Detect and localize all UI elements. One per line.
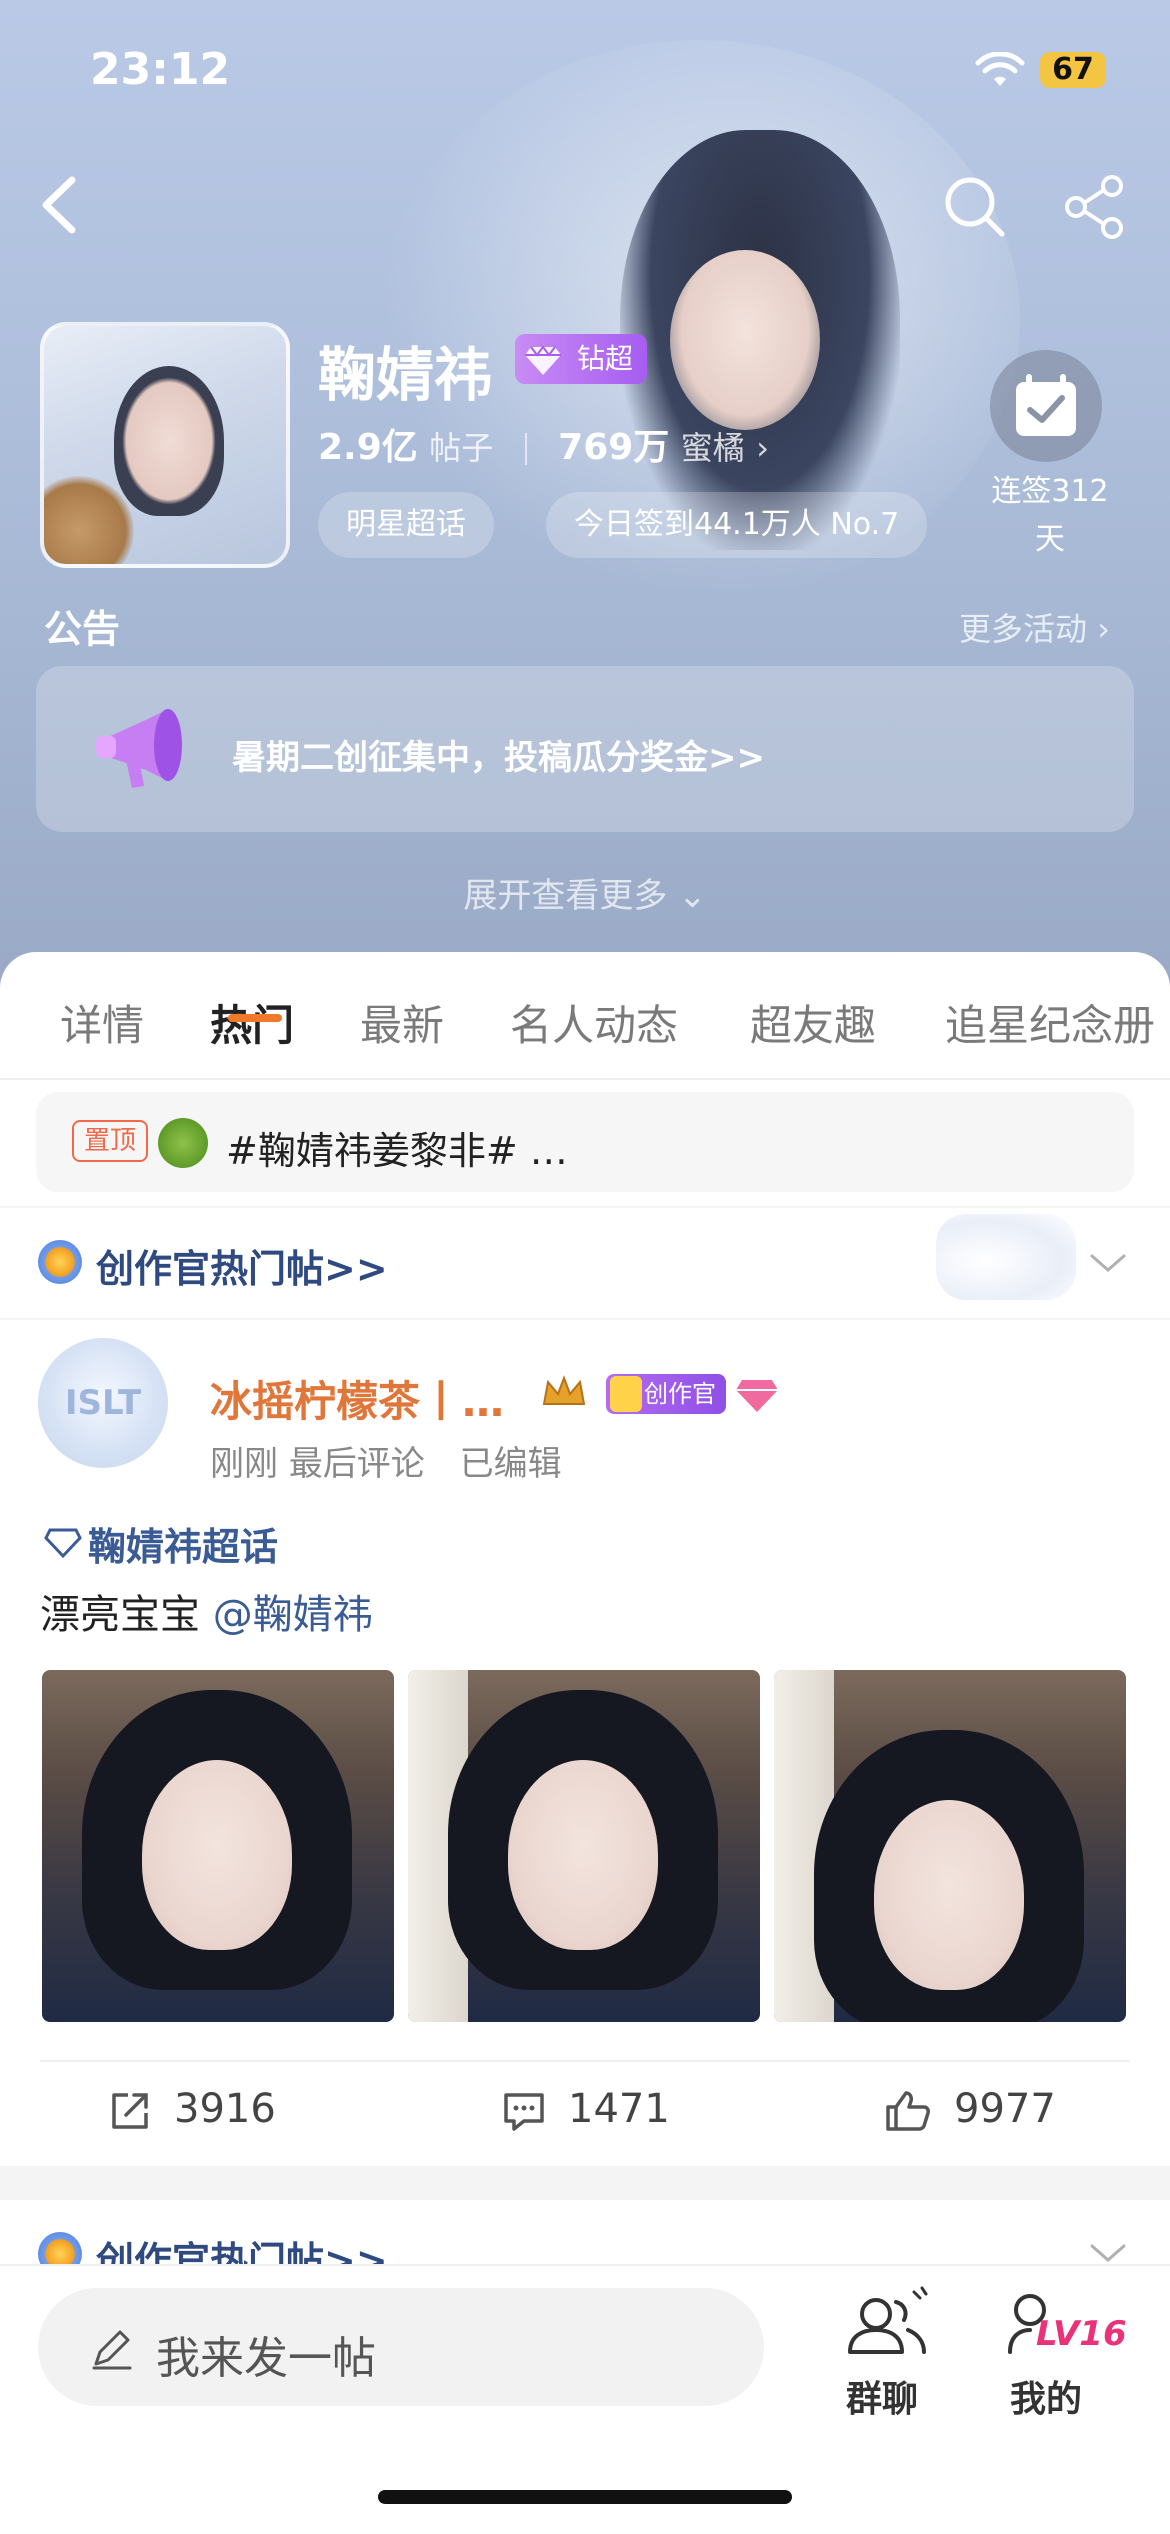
mascot-sticker [936, 1214, 1076, 1300]
pinned-tag: 置顶 [72, 1120, 149, 1162]
diamond-icon [525, 345, 561, 375]
tag-chip-category[interactable]: 明星超话 [318, 492, 494, 558]
post-image[interactable] [408, 1670, 760, 2022]
post-author-name[interactable]: 冰摇柠檬茶丨… [210, 1368, 504, 1429]
post-edited: 已编辑 [459, 1444, 562, 1484]
avatar-portrait [114, 366, 224, 516]
posts-label: 帖子 [429, 429, 494, 467]
wifi-icon [975, 52, 1025, 86]
status-bar: 23:12 67 [0, 0, 1170, 150]
battery-indicator: 67 [1040, 52, 1106, 88]
tab-hot[interactable]: 热门 [210, 992, 294, 1053]
tab-celebrity-updates[interactable]: 名人动态 [510, 992, 678, 1053]
group-chat-icon[interactable] [844, 2286, 934, 2366]
fans-label: 蜜橘 [680, 429, 745, 467]
image-subject-face [874, 1800, 1024, 1990]
supertopic-avatar[interactable] [40, 322, 290, 568]
more-activities-label: 更多活动 [959, 610, 1088, 648]
thumbs-up-icon [886, 2091, 930, 2131]
pencil-icon [92, 2330, 132, 2370]
image-subject-face [142, 1760, 292, 1950]
avatar-umbrella [44, 476, 134, 564]
tab-details[interactable]: 详情 [60, 992, 144, 1053]
section-divider [0, 1318, 1170, 1320]
posts-count: 2.9亿 [318, 427, 418, 468]
post-meta: 刚刚 最后评论 已编辑 [210, 1436, 562, 1485]
tab-memorial-album[interactable]: 追星纪念册 [945, 992, 1155, 1053]
status-time: 23:12 [90, 44, 231, 95]
back-icon[interactable] [30, 170, 90, 240]
fans-count: 769万 [558, 427, 670, 468]
mine-label[interactable]: 我的 [1010, 2370, 1082, 2422]
post-author-avatar[interactable]: ISLT [38, 1338, 168, 1468]
compose-placeholder: 我来发一帖 [156, 2333, 376, 2384]
supertopic-name: 鞠婧祎 [318, 341, 493, 409]
image-subject-face [508, 1760, 658, 1950]
notice-title: 公告 [44, 607, 121, 651]
banner-art-face [670, 250, 820, 430]
actions-divider [40, 2060, 1130, 2062]
post-topic-link[interactable]: 鞠婧祎超话 [88, 1516, 278, 1571]
compose-post-button[interactable] [38, 2288, 764, 2406]
tab-latest[interactable]: 最新 [360, 992, 444, 1053]
stats-row[interactable]: 2.9亿 帖子 769万 蜜橘 › [318, 418, 769, 470]
checkin-button[interactable] [990, 350, 1102, 462]
calendar-check-icon [1016, 374, 1076, 436]
badge-label: 钻超 [577, 342, 634, 375]
notice-text: 暑期二创征集中，投稿瓜分奖金>> [232, 738, 765, 778]
pinned-text: #鞠婧祎姜黎非# … [226, 1129, 568, 1173]
tab-fan-fun[interactable]: 超友趣 [750, 992, 876, 1053]
search-icon[interactable] [940, 172, 1010, 242]
comment-button[interactable]: 1471 [502, 2086, 670, 2133]
active-tab-indicator [228, 1014, 282, 1022]
repost-button[interactable]: 3916 [108, 2086, 276, 2133]
comment-icon [504, 2093, 544, 2131]
home-indicator [378, 2490, 792, 2504]
post-mention-link[interactable]: @鞠婧祎 [213, 1592, 373, 1638]
user-level-badge: LV16 [1036, 2314, 1127, 2354]
checkin-days: 连签312 [991, 474, 1109, 509]
like-count: 9977 [954, 2086, 1056, 2132]
tree-icon [158, 1118, 208, 1168]
creator-badge: 创作官 [606, 1374, 726, 1414]
repost-icon [112, 2093, 148, 2129]
stats-divider [524, 433, 527, 465]
expand-more-label: 展开查看更多 [463, 876, 668, 916]
checkin-streak: 连签312 天 [980, 468, 1120, 564]
creator-badge-label: 创作官 [644, 1380, 716, 1408]
section-gap [0, 2166, 1170, 2200]
post-time: 刚刚 [210, 1444, 278, 1484]
like-button[interactable]: 9977 [884, 2086, 1056, 2133]
tag-chip-checkin-rank[interactable]: 今日签到44.1万人 No.7 [546, 492, 928, 558]
megaphone-icon [96, 709, 182, 788]
post-image[interactable] [774, 1670, 1126, 2022]
level-gem-icon [736, 1380, 778, 1412]
checkin-unit: 天 [1035, 522, 1065, 557]
supertopic-gem-icon [44, 1528, 82, 1559]
creator-hot-posts-label: 创作官热门帖>> [96, 1247, 388, 1291]
crown-icon [542, 1375, 586, 1405]
post-text: 漂亮宝宝 [40, 1592, 200, 1638]
expand-more-button[interactable]: 展开查看更多 ⌄ [0, 868, 1170, 917]
chevron-down-icon[interactable] [1088, 1248, 1128, 1278]
post-image[interactable] [42, 1670, 394, 2022]
share-icon[interactable] [1060, 172, 1130, 242]
post-last-comment: 最后评论 [288, 1444, 425, 1484]
group-chat-label[interactable]: 群聊 [846, 2370, 918, 2422]
chevron-right-icon: › [756, 429, 770, 467]
tab-bar: 详情 热门 最新 名人动态 超友趣 追星纪念册 [0, 952, 1170, 1080]
more-activities-link[interactable]: 更多活动 › [959, 604, 1110, 650]
trophy-icon [610, 1376, 642, 1412]
repost-count: 3916 [174, 2086, 276, 2132]
creator-star-icon [38, 1240, 82, 1284]
post-body: 漂亮宝宝 @鞠婧祎 [40, 1582, 373, 1640]
diamond-badge[interactable]: 钻超 [515, 334, 648, 384]
comment-count: 1471 [568, 2086, 670, 2132]
